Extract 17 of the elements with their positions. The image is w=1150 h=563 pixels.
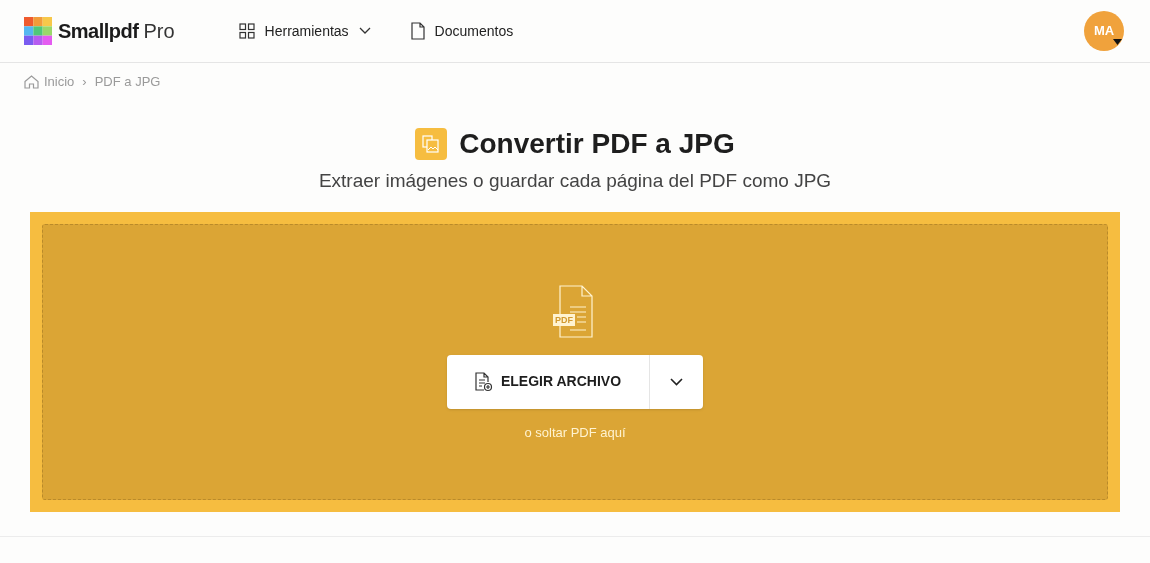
image-file-icon <box>415 128 448 160</box>
home-icon <box>24 75 39 89</box>
document-icon <box>410 22 425 40</box>
grid-icon <box>238 23 255 39</box>
breadcrumb-separator: › <box>82 73 87 92</box>
page-subtitle: Extraer imágenes o guardar cada página del PDF como JPG <box>317 169 833 193</box>
nav-link[interactable]: Herramientas <box>238 20 371 42</box>
file-add-icon <box>474 371 493 392</box>
page-title: Convertir PDF a JPG <box>459 127 735 161</box>
caret-down-icon <box>1113 39 1122 45</box>
drop-zone[interactable]: PDF ELEGIR ARCHIVO o soltar PDF aquí <box>30 211 1120 512</box>
drop-hint: o soltar PDF aquí <box>524 423 626 442</box>
plan-label: Pro <box>143 19 175 44</box>
logo-icon[interactable] <box>24 17 52 45</box>
brand-name[interactable]: Smallpdf <box>58 16 139 46</box>
nav-link[interactable]: Documentos <box>410 20 514 42</box>
chevron-down-icon <box>670 377 683 386</box>
